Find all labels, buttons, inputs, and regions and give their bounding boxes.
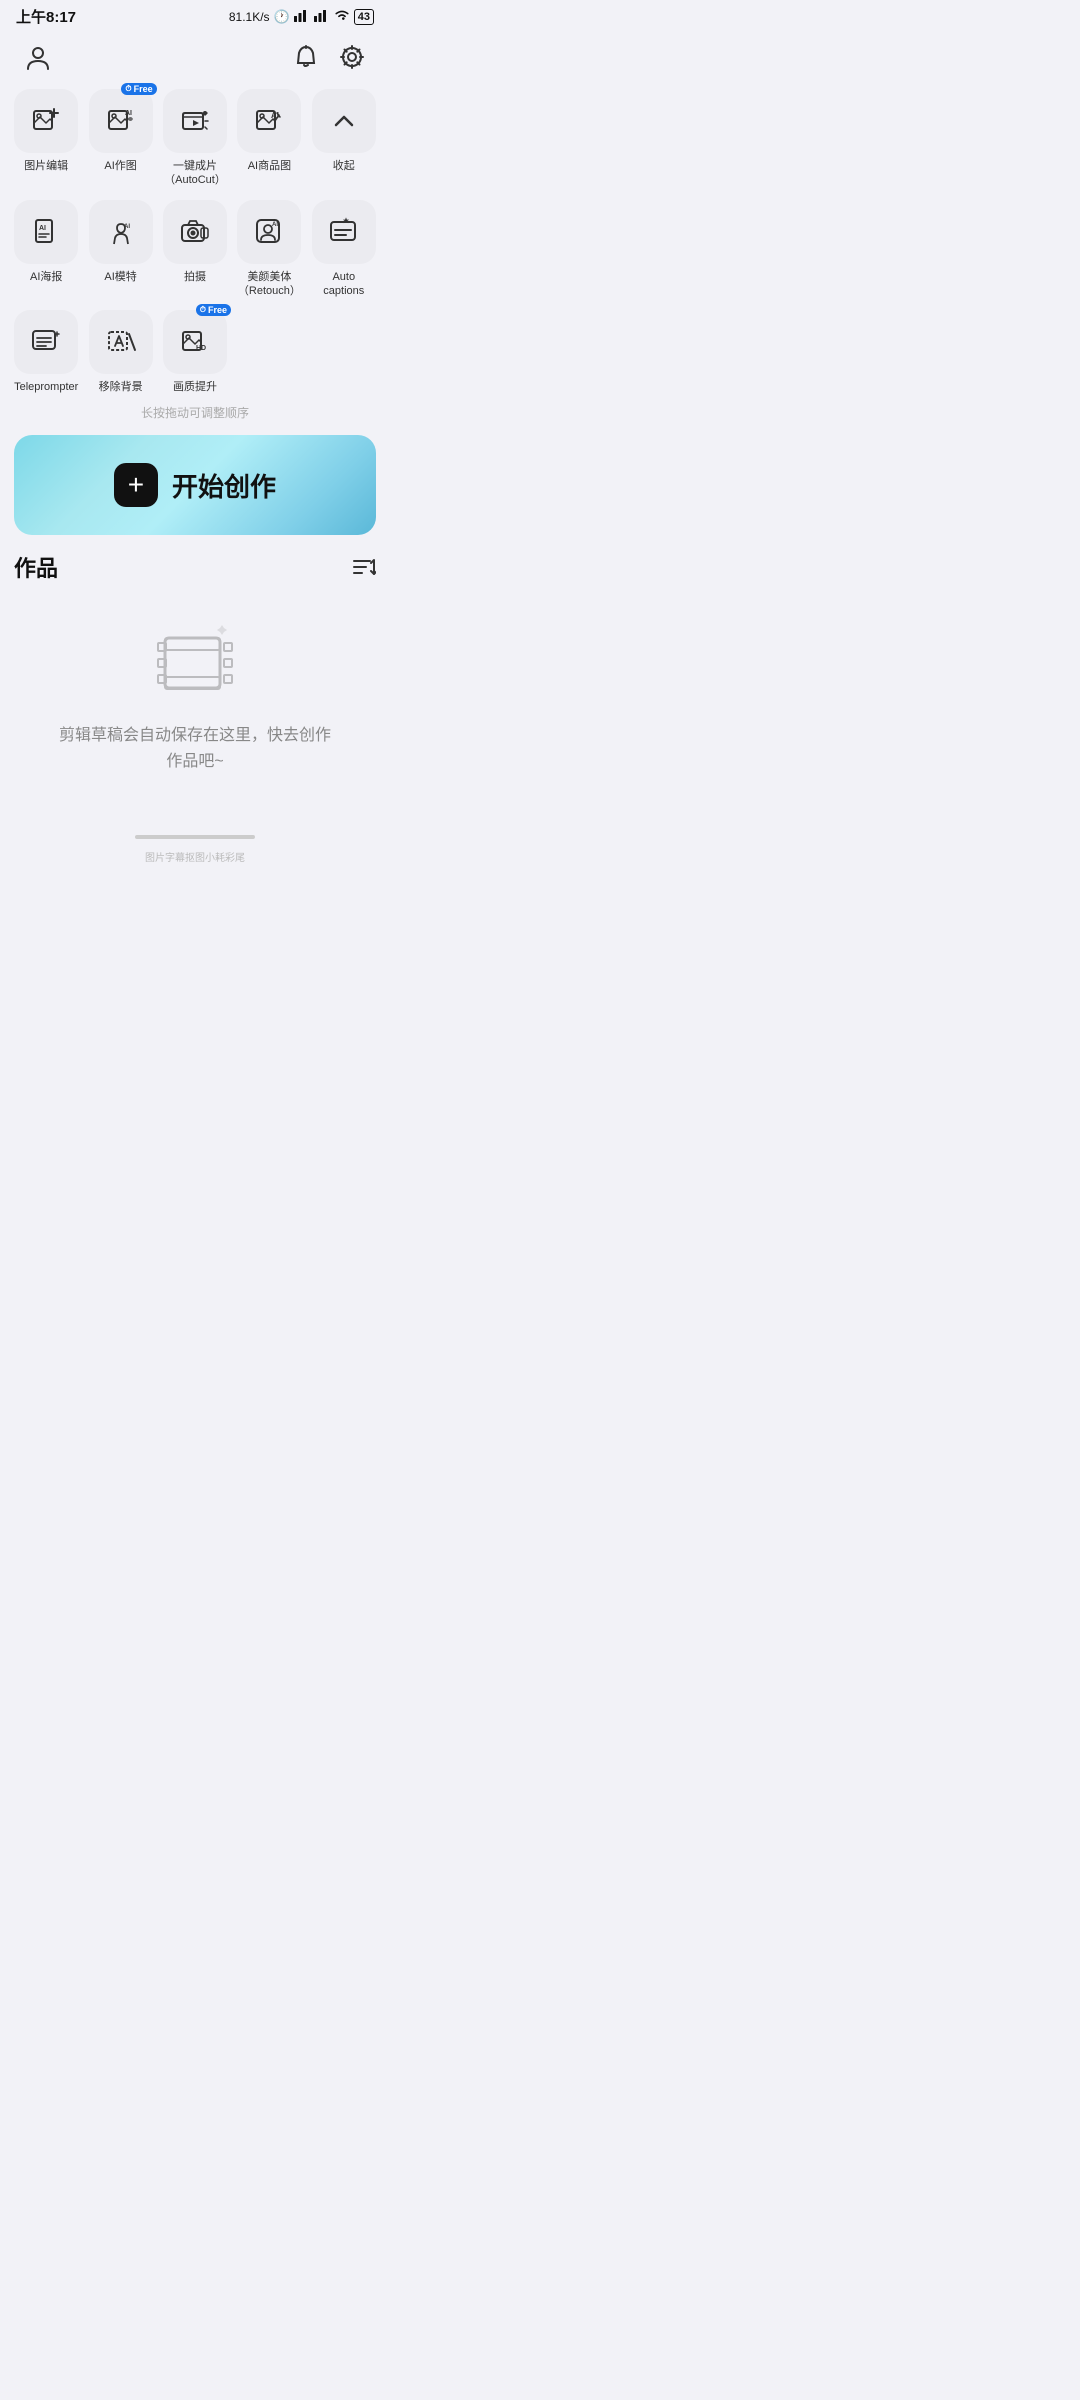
- svg-text:AI: AI: [272, 222, 278, 228]
- tool-retouch[interactable]: AI 美颜美体（Retouch）: [237, 200, 301, 299]
- watermark: 图片字幕抠图小耗彩尾: [0, 849, 390, 870]
- svg-text:HD: HD: [196, 345, 206, 352]
- bell-button[interactable]: [288, 39, 324, 75]
- tool-auto-captions-label: Auto captions: [312, 270, 376, 299]
- tool-enhance[interactable]: Free HD 画质提升: [163, 310, 227, 394]
- tool-camera[interactable]: 拍摄: [163, 200, 227, 299]
- tool-ai-draw-label: AI作图: [104, 159, 136, 173]
- tool-retouch-label: 美颜美体（Retouch）: [238, 270, 301, 299]
- empty-state: 剪辑草稿会自动保存在这里，快去创作作品吧~: [14, 613, 376, 814]
- tool-ai-model-label: AI模特: [104, 270, 136, 284]
- create-plus-icon: +: [114, 463, 158, 507]
- drag-hint: 长按拖动可调整顺序: [0, 394, 390, 435]
- tool-ai-draw[interactable]: Free AI AI作图: [88, 89, 152, 188]
- status-time: 上午8:17: [16, 6, 76, 27]
- profile-button[interactable]: [20, 39, 56, 75]
- tool-ai-poster[interactable]: AI AI海报: [14, 200, 78, 299]
- signal2-icon: [314, 8, 330, 25]
- tool-teleprompter[interactable]: Teleprompter: [14, 310, 78, 394]
- bottom-home-indicator: [0, 815, 390, 849]
- tool-auto-captions[interactable]: Auto captions: [312, 200, 376, 299]
- tool-ai-product[interactable]: AI AI商品图: [237, 89, 301, 188]
- empty-text: 剪辑草稿会自动保存在这里，快去创作作品吧~: [59, 723, 331, 774]
- alarm-icon: 🕐: [274, 9, 290, 25]
- tool-ai-model[interactable]: AI AI模特: [88, 200, 152, 299]
- svg-text:AI: AI: [39, 225, 46, 232]
- works-header: 作品: [14, 551, 376, 583]
- tool-collapse-label: 收起: [333, 159, 355, 173]
- create-label: 开始创作: [172, 467, 276, 504]
- tool-enhance-label: 画质提升: [173, 380, 217, 394]
- free-badge-ai-draw: Free: [121, 83, 156, 95]
- battery-level: 43: [358, 11, 370, 23]
- tool-camera-label: 拍摄: [184, 270, 206, 284]
- tool-autocut[interactable]: 一键成片（AutoCut）: [163, 89, 227, 188]
- svg-text:AI: AI: [124, 224, 130, 230]
- tool-collapse[interactable]: 收起: [312, 89, 376, 188]
- tool-remove-bg-label: 移除背景: [99, 380, 143, 394]
- film-icon: [150, 623, 240, 703]
- settings-button[interactable]: [334, 39, 370, 75]
- tools-row-1: 图片编辑 Free AI AI作图: [14, 89, 376, 188]
- create-button[interactable]: + 开始创作: [14, 435, 376, 535]
- works-section: 作品 剪辑草稿会自动保存在这里，快去创作作品吧~: [0, 551, 390, 814]
- network-speed: 81.1K/s: [229, 10, 270, 24]
- tool-remove-bg[interactable]: 移除背景: [88, 310, 152, 394]
- works-title: 作品: [14, 551, 58, 583]
- tool-pic-edit-label: 图片编辑: [24, 159, 68, 173]
- signal-icon: [294, 8, 310, 25]
- tool-ai-product-label: AI商品图: [248, 159, 291, 173]
- svg-text:AI: AI: [125, 110, 132, 117]
- tool-autocut-label: 一键成片（AutoCut）: [164, 159, 226, 188]
- wifi-icon: [334, 8, 350, 25]
- status-right: 81.1K/s 🕐 43: [229, 8, 374, 25]
- top-nav: [0, 31, 390, 85]
- tools-section: 图片编辑 Free AI AI作图: [0, 85, 390, 394]
- status-bar: 上午8:17 81.1K/s 🕐 43: [0, 0, 390, 31]
- tool-ai-poster-label: AI海报: [30, 270, 62, 284]
- battery-container: 43: [354, 9, 374, 25]
- nav-right-icons: [288, 39, 370, 75]
- tools-row-3: Teleprompter 移除背景 Free: [14, 310, 376, 394]
- tool-pic-edit[interactable]: 图片编辑: [14, 89, 78, 188]
- create-section: + 开始创作: [0, 435, 390, 551]
- tool-teleprompter-label: Teleprompter: [14, 380, 78, 394]
- free-badge-enhance: Free: [196, 304, 231, 316]
- tools-row-2: AI AI海报 AI AI模特: [14, 200, 376, 299]
- sort-button[interactable]: [352, 557, 376, 577]
- home-indicator: [135, 835, 255, 839]
